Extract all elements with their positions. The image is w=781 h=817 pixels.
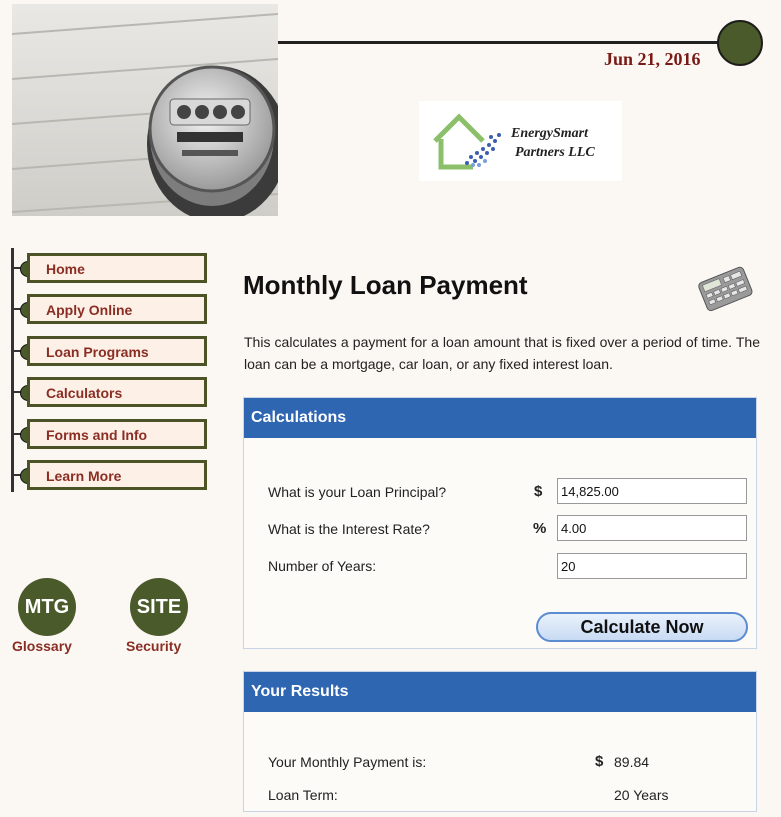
interest-rate-label: What is the Interest Rate?: [268, 521, 430, 537]
results-panel: Your Results Your Monthly Payment is: $ …: [243, 671, 757, 812]
nav-label: Apply Online: [46, 302, 133, 318]
nav-rail: [11, 248, 14, 492]
calculate-now-button[interactable]: Calculate Now: [536, 612, 748, 642]
results-heading: Your Results: [244, 672, 756, 712]
monthly-payment-label: Your Monthly Payment is:: [268, 754, 427, 770]
nav-label: Calculators: [46, 385, 123, 401]
monthly-payment-value: 89.84: [614, 754, 650, 770]
calculations-panel: Calculations What is your Loan Principal…: [243, 397, 757, 649]
nav-label: Home: [46, 261, 85, 277]
site-security-caption[interactable]: Security: [126, 638, 181, 654]
nav-item-calculators[interactable]: Calculators: [27, 377, 207, 407]
dollar-symbol: $: [534, 483, 543, 500]
header-circle-ornament: [717, 20, 763, 66]
nav-label: Learn More: [46, 468, 122, 484]
company-logo[interactable]: EnergySmart Partners LLC: [419, 101, 622, 181]
page-intro: This calculates a payment for a loan amo…: [244, 334, 760, 372]
current-date: Jun 21, 2016: [604, 49, 701, 69]
header-photo: [12, 4, 278, 216]
nav-label: Forms and Info: [46, 427, 148, 443]
years-input[interactable]: [557, 553, 747, 579]
percent-symbol: %: [533, 520, 547, 537]
logo-text-line2: Partners LLC: [515, 145, 595, 160]
principal-label: What is your Loan Principal?: [268, 484, 447, 500]
mtg-glossary-caption[interactable]: Glossary: [12, 638, 72, 654]
mtg-glossary-button[interactable]: MTG: [18, 578, 76, 636]
interest-rate-input[interactable]: [557, 515, 747, 541]
payment-dollar-symbol: $: [595, 753, 604, 770]
header-rule: [278, 41, 726, 44]
house-logo-icon: [433, 113, 501, 170]
loan-term-label: Loan Term:: [268, 787, 338, 803]
nav-item-learn-more[interactable]: Learn More: [27, 460, 207, 490]
nav-item-forms-and-info[interactable]: Forms and Info: [27, 419, 207, 449]
calculations-heading: Calculations: [244, 398, 756, 438]
logo-text-line1: EnergySmart: [511, 126, 589, 141]
site-security-button[interactable]: SITE: [130, 578, 188, 636]
nav-item-apply-online[interactable]: Apply Online: [27, 294, 207, 324]
calculator-icon: [698, 266, 753, 312]
loan-term-value: 20 Years: [614, 787, 669, 803]
page-title: Monthly Loan Payment: [243, 270, 528, 300]
years-label: Number of Years:: [268, 558, 377, 574]
principal-input[interactable]: [557, 478, 747, 504]
nav-label: Loan Programs: [46, 344, 149, 360]
nav-item-loan-programs[interactable]: Loan Programs: [27, 336, 207, 366]
nav-item-home[interactable]: Home: [27, 253, 207, 283]
